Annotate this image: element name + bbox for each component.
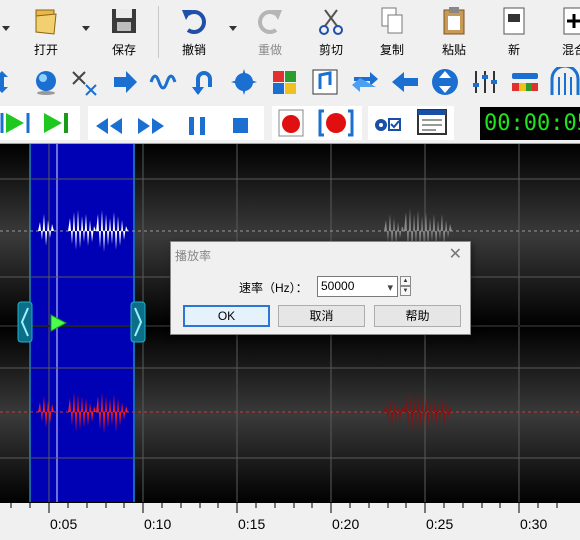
rate-label: 速率（Hz）： [239, 281, 308, 295]
new-button[interactable]: 新 [486, 0, 542, 63]
save-label: 保存 [111, 43, 136, 57]
waveform-icon[interactable] [149, 67, 179, 97]
close-icon[interactable]: ✕ [449, 244, 462, 264]
left-arrow-icon[interactable] [390, 67, 420, 97]
ruler-tick-label: 0:25 [426, 516, 454, 532]
fast-forward-icon[interactable] [136, 111, 166, 141]
ok-button[interactable]: OK [183, 305, 270, 327]
spin-up-icon[interactable]: ▲ [400, 276, 411, 286]
ruler-tick-label: 0:05 [50, 516, 78, 532]
scissors-icon [319, 9, 343, 35]
spectrum-icon[interactable] [510, 67, 540, 97]
folder-open-icon [35, 9, 57, 35]
equalizer-sliders-icon[interactable] [470, 67, 500, 97]
vertical-move-icon[interactable] [430, 67, 460, 97]
rewind-icon[interactable] [94, 111, 124, 141]
undo-button[interactable]: 撤销 [166, 0, 222, 63]
chevron-down-icon[interactable] [2, 26, 10, 31]
reverse-icon[interactable] [190, 67, 220, 97]
record-selection-icon[interactable] [318, 108, 354, 138]
normalize-sphere-icon[interactable] [31, 67, 61, 97]
dialog-title: 播放率 [175, 249, 212, 263]
rate-select[interactable]: 50000 ▾ [317, 276, 398, 297]
mix-button[interactable]: 混合 [546, 0, 580, 63]
main-toolbar: 打开 保存 撤销 重做 剪切 复制 粘贴 新 混合 [0, 0, 580, 63]
copy-icon [381, 7, 403, 34]
ruler-tick-label: 0:10 [144, 516, 172, 532]
playback-rate-dialog: 播放率 ✕ 速率（Hz）： 50000 ▾ ▲ ▼ OK 取消 帮助 [170, 241, 471, 335]
mix-label: 混合 [561, 43, 580, 57]
redo-label: 重做 [257, 43, 282, 57]
window-layout-icon[interactable] [416, 107, 448, 137]
ruler-ticks [10, 503, 558, 513]
trim-icon[interactable] [70, 67, 100, 97]
clipboard-paste-icon [443, 7, 465, 35]
redo-button[interactable]: 重做 [242, 0, 298, 63]
chevron-down-icon[interactable] [82, 26, 90, 31]
swap-channels-icon[interactable] [350, 67, 380, 97]
undo-label: 撤销 [181, 43, 206, 57]
cut-label: 剪切 [318, 43, 343, 57]
chevron-down-icon[interactable]: ▾ [387, 279, 393, 298]
selection-end-handle[interactable] [130, 301, 146, 343]
filter-bars-icon[interactable] [550, 67, 580, 97]
cut-button[interactable]: 剪切 [303, 0, 359, 63]
spin-down-icon[interactable]: ▼ [400, 286, 411, 296]
save-button[interactable]: 保存 [96, 0, 152, 63]
copy-button[interactable]: 复制 [364, 0, 420, 63]
transport-toolbar: 00:00:05 [0, 102, 580, 144]
selection-start-handle[interactable] [17, 301, 33, 343]
new-file-icon [503, 7, 525, 35]
time-ruler[interactable]: 0:05 0:10 0:15 0:20 0:25 0:30 [0, 503, 580, 540]
ruler-tick-label: 0:30 [520, 516, 548, 532]
amplify-star-icon[interactable] [229, 67, 259, 97]
open-label: 打开 [33, 43, 58, 57]
ruler-tick-label: 0:20 [332, 516, 360, 532]
time-display: 00:00:05 [480, 107, 580, 140]
paste-button[interactable]: 粘贴 [426, 0, 482, 63]
floppy-disk-icon [112, 9, 136, 33]
selection-region[interactable] [30, 144, 135, 502]
effects-palette-icon[interactable] [270, 67, 300, 97]
effects-toolbar [0, 63, 580, 102]
chevron-down-icon[interactable] [229, 26, 237, 31]
open-button[interactable]: 打开 [18, 0, 74, 63]
redo-icon [258, 10, 282, 34]
insert-arrow-icon[interactable] [110, 67, 140, 97]
help-button[interactable]: 帮助 [374, 305, 461, 327]
rate-value: 50000 [321, 279, 355, 293]
paste-label: 粘贴 [441, 43, 466, 57]
play-selection-icon[interactable] [0, 109, 32, 137]
copy-label: 复制 [379, 43, 404, 57]
midi-note-icon[interactable] [310, 67, 340, 97]
pause-icon[interactable] [182, 111, 212, 141]
stop-icon[interactable] [225, 111, 255, 141]
new-label: 新 [507, 43, 520, 57]
record-options-icon[interactable] [372, 109, 402, 139]
expand-arrows-icon[interactable] [0, 67, 24, 97]
cancel-button[interactable]: 取消 [278, 305, 365, 327]
mix-file-icon [563, 7, 580, 35]
undo-icon [182, 10, 206, 34]
record-new-icon[interactable] [276, 108, 306, 138]
ruler-tick-label: 0:15 [238, 516, 266, 532]
toolbar-separator [158, 6, 159, 58]
play-to-end-icon[interactable] [40, 109, 72, 137]
